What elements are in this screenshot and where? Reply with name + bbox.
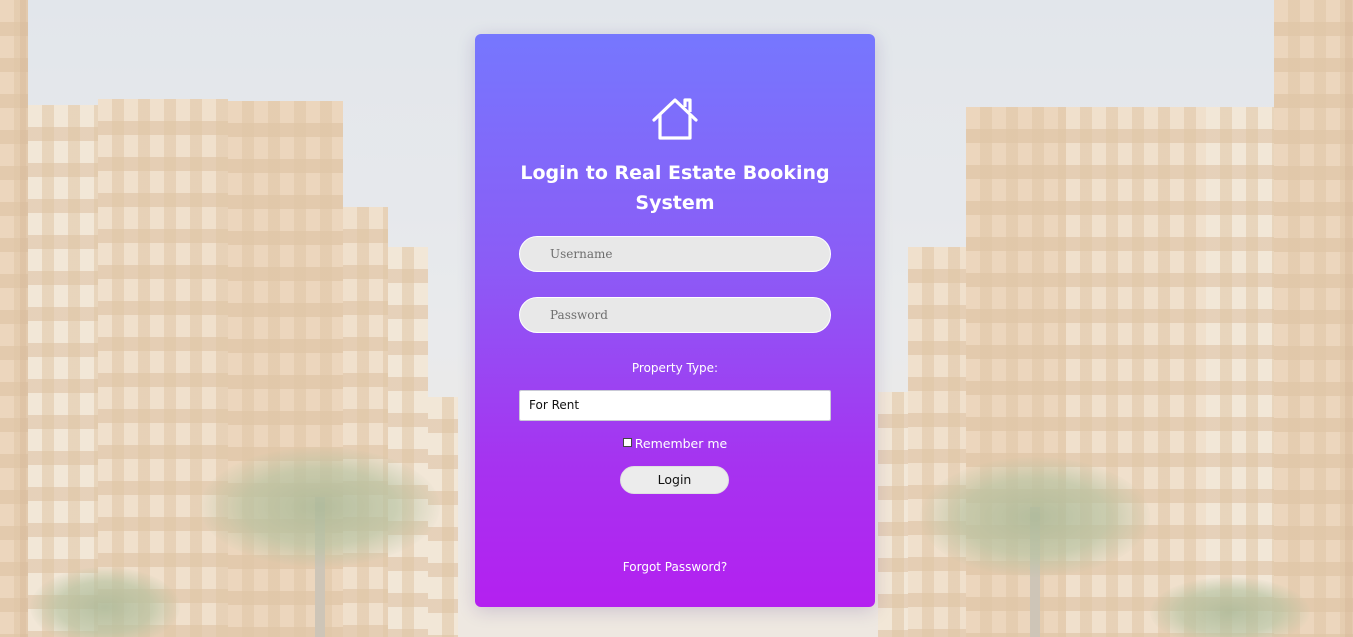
password-input[interactable] bbox=[519, 297, 831, 333]
forgot-password-link[interactable]: Forgot Password? bbox=[475, 560, 875, 574]
house-icon bbox=[650, 94, 700, 144]
login-card: Login to Real Estate Booking System Prop… bbox=[475, 34, 875, 607]
login-button[interactable]: Login bbox=[620, 466, 729, 494]
property-type-label: Property Type: bbox=[631, 361, 719, 375]
remember-me-checkbox[interactable] bbox=[622, 438, 632, 447]
remember-me: Remember me bbox=[475, 436, 875, 451]
page-title: Login to Real Estate Booking System bbox=[520, 162, 830, 214]
property-type-value: For Rent bbox=[529, 398, 580, 412]
remember-me-label: Remember me bbox=[634, 436, 728, 451]
property-type-select[interactable]: For Rent bbox=[519, 390, 831, 421]
username-input[interactable] bbox=[519, 236, 831, 272]
